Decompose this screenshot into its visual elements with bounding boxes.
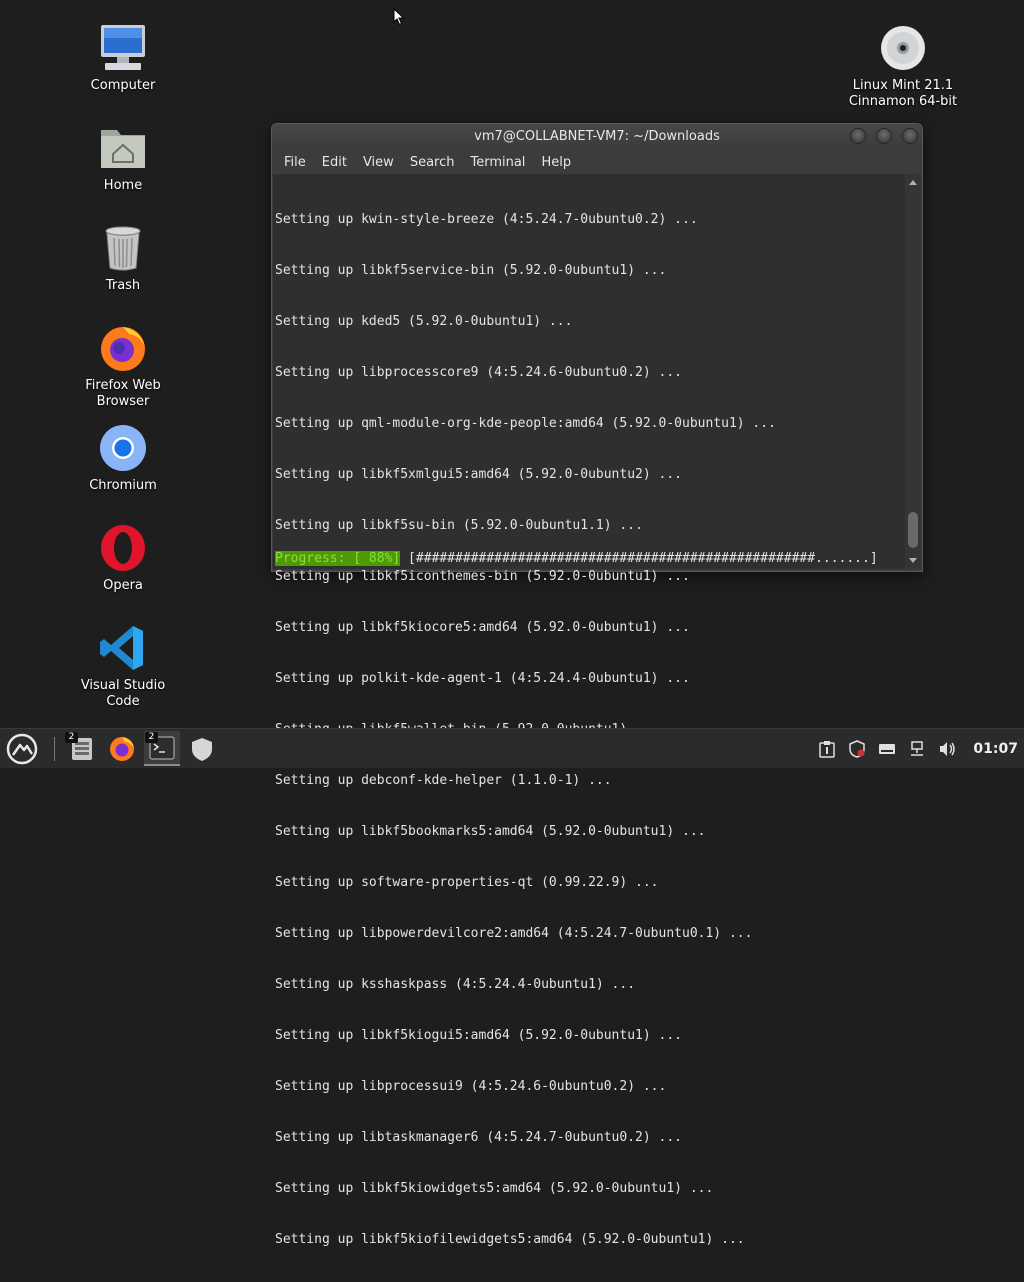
window-title: vm7@COLLABNET-VM7: ~/Downloads xyxy=(474,129,720,144)
clipboard-icon xyxy=(819,741,836,758)
terminal-line: Setting up libprocesscore9 (4:5.24.6-0ub… xyxy=(275,365,682,380)
desktop-icon-home[interactable]: Home xyxy=(68,122,178,194)
keyboard-icon xyxy=(879,744,896,754)
scroll-up-arrow-icon[interactable] xyxy=(909,180,917,185)
terminal-window[interactable]: vm7@COLLABNET-VM7: ~/Downloads File Edit… xyxy=(271,123,923,1247)
desktop-icon-trash[interactable]: Trash xyxy=(68,222,178,294)
shield-icon xyxy=(192,737,212,761)
mouse-cursor-icon xyxy=(393,8,405,26)
menu-button[interactable] xyxy=(4,731,40,766)
opera-icon xyxy=(101,525,145,571)
terminal-line: Setting up libkf5kiogui5:amd64 (5.92.0-0… xyxy=(275,1028,682,1043)
tray-keyboard[interactable] xyxy=(877,739,897,759)
taskbar: 2 2 01:07 xyxy=(0,728,1024,768)
system-tray: 01:07 xyxy=(817,729,1018,769)
desktop-icon-label: Visual Studio Code xyxy=(80,678,166,709)
terminal-line: Setting up libtaskmanager6 (4:5.24.7-0ub… xyxy=(275,1130,682,1145)
taskbar-firefox[interactable] xyxy=(104,731,140,766)
desktop-icon-vscode[interactable]: Visual Studio Code xyxy=(68,622,178,710)
terminal-line: Setting up libkf5kiocore5:amd64 (5.92.0-… xyxy=(275,620,690,635)
terminal-line: Setting up debconf-kde-helper (1.1.0-1) … xyxy=(275,773,612,788)
desktop-icon-label: Firefox Web Browser xyxy=(85,378,161,409)
desktop-icon-computer[interactable]: Computer xyxy=(68,22,178,94)
terminal-line: Setting up libkf5service-bin (5.92.0-0ub… xyxy=(275,263,667,278)
desktop-icon-dvd[interactable]: Linux Mint 21.1 Cinnamon 64-bit xyxy=(838,22,968,110)
tray-clipboard[interactable] xyxy=(817,739,837,759)
menu-help[interactable]: Help xyxy=(533,155,579,170)
firefox-icon xyxy=(101,327,145,371)
desktop-icon-chromium[interactable]: Chromium xyxy=(68,422,178,494)
volume-icon xyxy=(940,742,956,756)
desktop-icon-label: Opera xyxy=(103,578,143,593)
desktop-icon-firefox[interactable]: Firefox Web Browser xyxy=(68,322,178,410)
network-icon xyxy=(911,741,924,756)
terminal-line: Setting up libkf5bookmarks5:amd64 (5.92.… xyxy=(275,824,706,839)
terminal-line: Setting up kded5 (5.92.0-0ubuntu1) ... xyxy=(275,314,573,329)
trash-icon xyxy=(105,226,141,271)
menu-search[interactable]: Search xyxy=(402,155,463,170)
clock[interactable]: 01:07 xyxy=(973,741,1018,757)
mint-menu-icon xyxy=(6,733,38,764)
terminal-line: Setting up libpowerdevilcore2:amd64 (4:5… xyxy=(275,926,753,941)
terminal-output[interactable]: Setting up kwin-style-breeze (4:5.24.7-0… xyxy=(273,174,921,1247)
menu-bar: File Edit View Search Terminal Help xyxy=(272,150,922,174)
terminal-line: Setting up libkf5iconthemes-bin (5.92.0-… xyxy=(275,569,690,584)
update-shield-icon xyxy=(849,740,866,758)
menu-edit[interactable]: Edit xyxy=(314,155,355,170)
desktop-icon-label: Chromium xyxy=(89,478,157,493)
dvd-disc-icon xyxy=(881,26,925,70)
tray-volume[interactable] xyxy=(937,739,957,759)
home-folder-icon xyxy=(101,130,145,168)
menu-terminal[interactable]: Terminal xyxy=(462,155,533,170)
taskbar-separator xyxy=(54,737,55,761)
tray-network[interactable] xyxy=(907,739,927,759)
dvd-label-line2: Cinnamon 64-bit xyxy=(848,94,958,109)
window-count-badge: 2 xyxy=(145,732,158,743)
progress-bar: [#######################################… xyxy=(400,551,878,566)
progress-line: Progress: [ 88%] [######################… xyxy=(275,550,878,567)
minimize-button[interactable] xyxy=(850,128,866,144)
computer-icon xyxy=(101,25,145,70)
tray-update-shield[interactable] xyxy=(847,739,867,759)
scroll-thumb[interactable] xyxy=(908,512,918,548)
menu-file[interactable]: File xyxy=(276,155,314,170)
progress-label: Progress: [ 88%] xyxy=(275,551,401,566)
close-button[interactable] xyxy=(902,128,918,144)
window-titlebar[interactable]: vm7@COLLABNET-VM7: ~/Downloads xyxy=(272,124,922,150)
desktop-icon-label: Computer xyxy=(90,78,156,93)
terminal-line: Setting up libprocessui9 (4:5.24.6-0ubun… xyxy=(275,1079,667,1094)
menu-view[interactable]: View xyxy=(355,155,402,170)
terminal-line: Setting up ksshaskpass (4:5.24.4-0ubuntu… xyxy=(275,977,636,992)
terminal-line: Setting up libkf5kiowidgets5:amd64 (5.92… xyxy=(275,1181,714,1196)
terminal-line: Setting up libkf5xmlgui5:amd64 (5.92.0-0… xyxy=(275,467,682,482)
terminal-line: Setting up polkit-kde-agent-1 (4:5.24.4-… xyxy=(275,671,690,686)
desktop-icon-opera[interactable]: Opera xyxy=(68,522,178,594)
taskbar-shield[interactable] xyxy=(184,731,220,766)
dvd-label-line1: Linux Mint 21.1 xyxy=(852,78,954,93)
desktop-icon-label: Trash xyxy=(105,278,141,293)
desktop-icon-label: Home xyxy=(103,178,143,193)
taskbar-terminal[interactable]: 2 xyxy=(144,731,180,766)
firefox-icon xyxy=(110,736,134,761)
terminal-line: Setting up qml-module-org-kde-people:amd… xyxy=(275,416,776,431)
window-count-badge: 2 xyxy=(65,732,78,743)
taskbar-files[interactable]: 2 xyxy=(64,731,100,766)
vscode-icon xyxy=(100,626,143,670)
terminal-line: Setting up libkf5kiofilewidgets5:amd64 (… xyxy=(275,1232,745,1247)
terminal-line: Setting up libkf5su-bin (5.92.0-0ubuntu1… xyxy=(275,518,643,533)
terminal-line: Setting up kwin-style-breeze (4:5.24.7-0… xyxy=(275,212,698,227)
chromium-icon xyxy=(100,425,146,471)
terminal-line: Setting up software-properties-qt (0.99.… xyxy=(275,875,659,890)
scroll-down-arrow-icon[interactable] xyxy=(909,558,917,563)
maximize-button[interactable] xyxy=(876,128,892,144)
scrollbar[interactable] xyxy=(905,174,921,569)
